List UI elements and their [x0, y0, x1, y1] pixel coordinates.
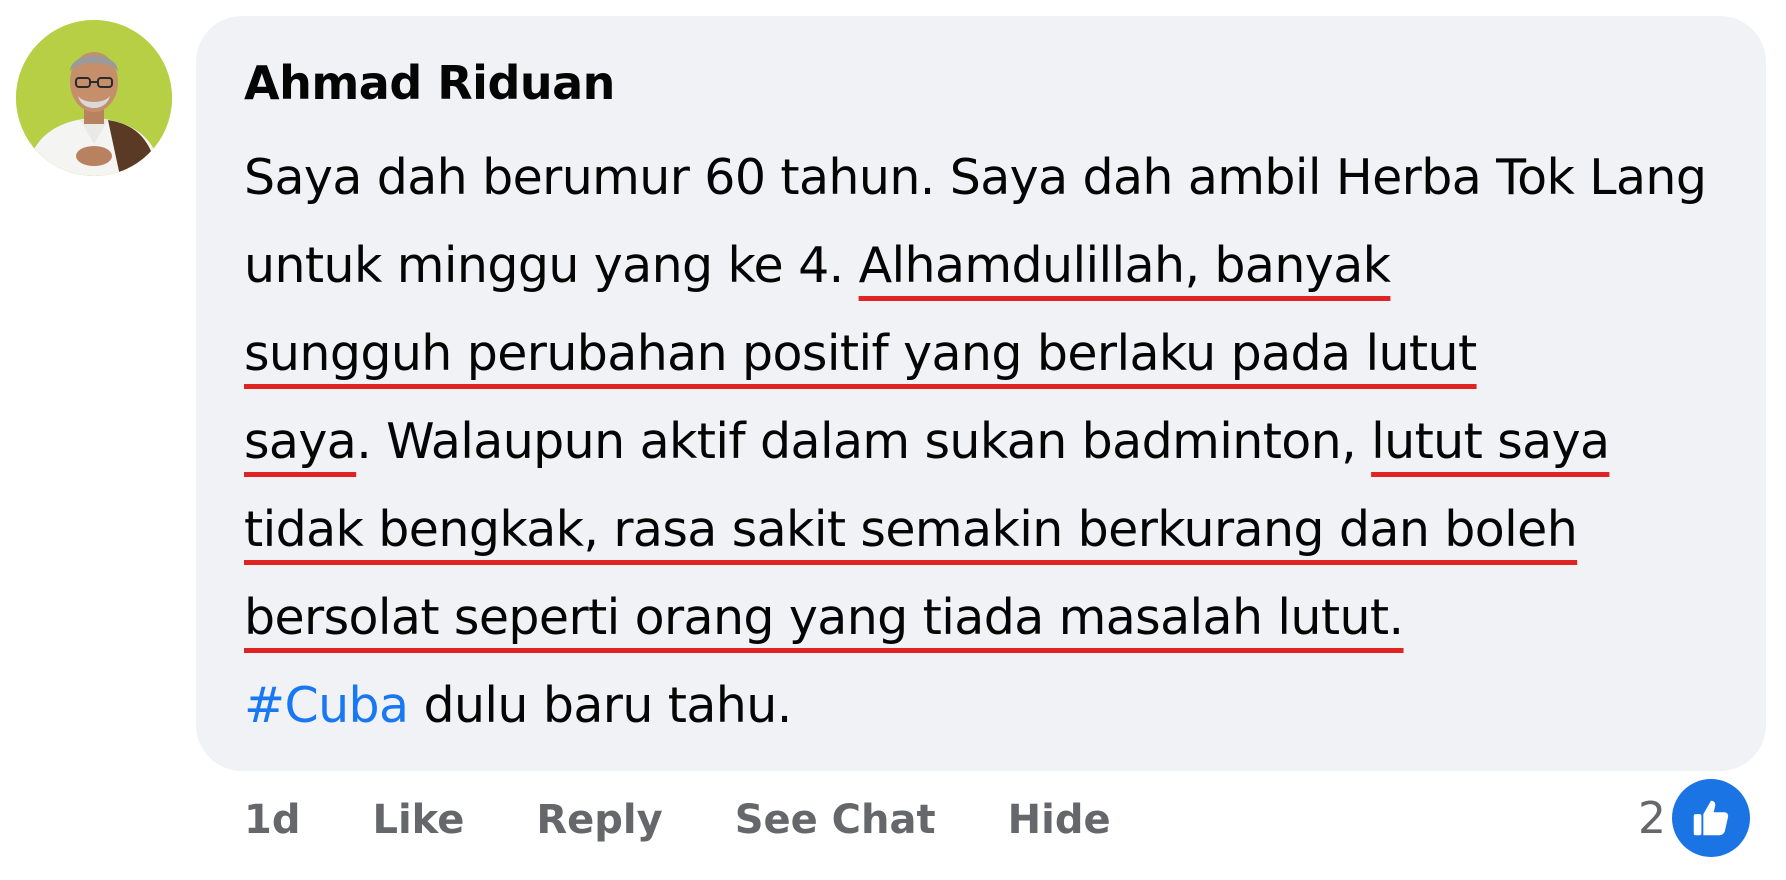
comment-line: sungguh perubahan positif yang berlaku p… [244, 310, 1744, 398]
comment-line: untuk minggu yang ke 4. Alhamdulillah, b… [244, 222, 1744, 310]
comment-author[interactable]: Ahmad Riduan [244, 56, 615, 110]
comment-segment: Saya dah berumur 60 tahun. Saya dah ambi… [244, 149, 1707, 206]
underlined-segment: sungguh perubahan positif yang berlaku p… [244, 325, 1477, 382]
comment-bubble: Ahmad Riduan Saya dah berumur 60 tahun. … [196, 16, 1766, 771]
comment-line: #Cuba dulu baru tahu. [244, 662, 1744, 750]
reaction-summary[interactable]: 2 [1638, 778, 1750, 858]
see-chat-button[interactable]: See Chat [735, 797, 936, 843]
comment-segment: dulu baru tahu. [408, 677, 792, 734]
underlined-segment: saya [244, 413, 357, 470]
comment-line: saya. Walaupun aktif dalam sukan badmint… [244, 398, 1744, 486]
underlined-segment: lutut saya [1371, 413, 1610, 470]
like-button[interactable]: Like [372, 797, 464, 843]
hide-button[interactable]: Hide [1008, 797, 1111, 843]
comment-segment: untuk minggu yang ke 4. [244, 237, 859, 294]
reply-button[interactable]: Reply [536, 797, 662, 843]
comment-line: tidak bengkak, rasa sakit semakin berkur… [244, 486, 1744, 574]
thumbs-up-icon [1672, 779, 1750, 857]
comment-actions: 1d Like Reply See Chat Hide [244, 790, 1183, 850]
avatar-photo [16, 20, 172, 176]
comment-segment: . Walaupun aktif dalam sukan badminton, [356, 413, 1372, 470]
comment-line: Saya dah berumur 60 tahun. Saya dah ambi… [244, 134, 1744, 222]
comment-line: bersolat seperti orang yang tiada masala… [244, 574, 1744, 662]
underlined-segment: bersolat seperti orang yang tiada masala… [244, 589, 1404, 646]
hashtag-link[interactable]: #Cuba [244, 677, 409, 734]
reaction-count: 2 [1638, 792, 1666, 844]
comment-timestamp[interactable]: 1d [244, 797, 300, 843]
underlined-segment: tidak bengkak, rasa sakit semakin berkur… [244, 501, 1578, 558]
comment-card: Ahmad Riduan Saya dah berumur 60 tahun. … [0, 0, 1786, 880]
comment-text: Saya dah berumur 60 tahun. Saya dah ambi… [244, 134, 1744, 750]
avatar[interactable] [16, 20, 172, 176]
underlined-segment: Alhamdulillah, banyak [858, 237, 1391, 294]
